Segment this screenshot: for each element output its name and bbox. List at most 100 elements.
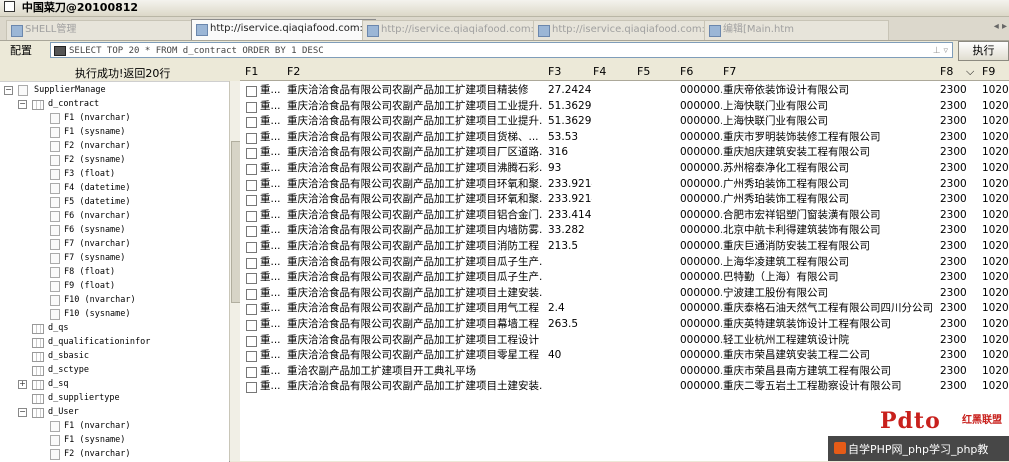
table-cell: 重庆洽洽食品有限公司农副产品加工扩建项目沸腾石彩...	[287, 162, 542, 174]
table-row[interactable]: 重... 重庆洽洽食品有限公司农副产品加工扩建项目瓜子生产... 000000...…	[240, 270, 1009, 285]
table-cell: 000000...	[680, 302, 722, 315]
table-row[interactable]: 重... 重庆洽洽食品有限公司农副产品加工扩建项目铝合金门... 233.4146 0…	[240, 208, 1009, 223]
tree-table-item[interactable]: + d_sq	[0, 377, 228, 391]
tree-table-item[interactable]: d_sctype	[0, 363, 228, 377]
tree-table-item[interactable]: d_suppliertype	[0, 391, 228, 405]
tree-column-item[interactable]: F9 (float)	[0, 279, 228, 293]
row-checkbox[interactable]	[246, 335, 257, 347]
row-checkbox[interactable]	[246, 148, 257, 160]
row-checkbox[interactable]	[246, 86, 257, 97]
tree-column-item[interactable]: F2 (sysname)	[0, 153, 228, 167]
collapse-icon[interactable]: −	[4, 86, 13, 95]
row-checkbox[interactable]	[246, 242, 257, 253]
table-cell: 000000...	[680, 271, 722, 284]
table-cell: 广州秀珀装饰工程有限公司	[723, 193, 849, 206]
column-header-f7[interactable]: F7	[723, 65, 736, 78]
tree-column-item[interactable]: F1 (nvarchar)	[0, 111, 228, 125]
row-checkbox[interactable]	[246, 366, 257, 378]
row-checkbox[interactable]	[246, 320, 257, 331]
column-header-f6[interactable]: F6	[680, 65, 693, 78]
table-cell: 重...	[260, 130, 281, 143]
table-row[interactable]: 重... 重庆洽洽食品有限公司农副产品加工扩建项目厂区道路... 316 000000…	[240, 145, 1009, 160]
column-header-f1[interactable]: F1	[245, 65, 258, 78]
tree-column-item[interactable]: F4 (datetime)	[0, 181, 228, 195]
row-checkbox[interactable]	[246, 132, 257, 144]
table-row[interactable]: 重... 重庆洽洽食品有限公司农副产品加工扩建项目工业提升... 51.3629 00…	[240, 114, 1009, 129]
row-checkbox[interactable]	[246, 351, 257, 363]
table-row[interactable]: 重... 重庆洽洽食品有限公司农副产品加工扩建项目工业提升... 51.3629 00…	[240, 99, 1009, 114]
tree-column-item[interactable]: F7 (sysname)	[0, 251, 228, 265]
table-row[interactable]: 重... 重庆洽洽食品有限公司农副产品加工扩建项目土建安装... 000000...…	[240, 286, 1009, 301]
tree-database-item[interactable]: − SupplierManage	[0, 83, 228, 97]
table-row[interactable]: 重... 重庆洽洽食品有限公司农副产品加工扩建项目消防工程 213.5 000000.…	[240, 239, 1009, 254]
column-header-f8[interactable]: F8	[940, 65, 953, 78]
row-checkbox[interactable]	[246, 195, 257, 207]
collapse-icon[interactable]: −	[18, 408, 27, 417]
tab-file-manager[interactable]: http://iservice.qiaqiafood.com:8... ×	[362, 20, 547, 40]
collapse-icon[interactable]: −	[18, 100, 27, 109]
table-row[interactable]: 重... 重庆洽洽食品有限公司农副产品加工扩建项目零星工程 40 000000...重…	[240, 348, 1009, 363]
tab-shell-manager[interactable]: SHELL管理	[6, 20, 201, 40]
column-header-f2[interactable]: F2	[287, 65, 300, 78]
config-button[interactable]: 配置	[10, 43, 32, 59]
table-row[interactable]: 重... 重庆洽洽食品有限公司农副产品加工扩建项目货梯、... 53.53 00000…	[240, 130, 1009, 145]
tree-column-item[interactable]: F6 (nvarchar)	[0, 209, 228, 223]
table-row[interactable]: 重... 重庆洽洽食品有限公司农副产品加工扩建项目环氧和聚... 233.9214 0…	[240, 192, 1009, 207]
chevron-down-icon[interactable]: ⌵	[966, 65, 974, 79]
row-checkbox[interactable]	[246, 179, 257, 191]
tree-table-item[interactable]: d_qualificationinfor	[0, 335, 228, 349]
table-cell: 重庆洽洽食品有限公司农副产品加工扩建项目精装修	[287, 84, 529, 96]
table-row[interactable]: 重... 重庆洽洽食品有限公司农副产品加工扩建项目工程设计 000000...轻工业…	[240, 333, 1009, 348]
execute-button[interactable]: 执行	[958, 41, 1009, 61]
tree-column-item[interactable]: F8 (float)	[0, 265, 228, 279]
table-row[interactable]: 重... 重庆洽洽食品有限公司农副产品加工扩建项目精装修 27.2424 000000…	[240, 83, 1009, 98]
tab-edit-file[interactable]: 编辑[Main.htm	[704, 20, 889, 40]
table-cell: 重...	[260, 177, 281, 190]
table-row[interactable]: 重... 重庆洽洽食品有限公司农副产品加工扩建项目沸腾石彩... 93 000000.…	[240, 161, 1009, 176]
expand-icon[interactable]: +	[18, 380, 27, 389]
results-grid[interactable]: F1 F2 F3 F4 F5 F6 F7 F8 F9 ⌵ 重... 重庆洽洽食品有限公司农副产品加工…	[240, 62, 1009, 461]
tree-column-item[interactable]: F1 (sysname)	[0, 433, 228, 447]
tree-column-item[interactable]: F1 (nvarchar)	[0, 419, 228, 433]
sql-input[interactable]: SELECT TOP 20 * FROM d_contract ORDER BY…	[50, 42, 953, 58]
tree-table-item[interactable]: − d_contract	[0, 97, 228, 111]
tree-column-item[interactable]: F1 (sysname)	[0, 125, 228, 139]
tree-column-item[interactable]: F10 (nvarchar)	[0, 293, 228, 307]
tree-column-item[interactable]: F3 (float)	[0, 167, 228, 181]
column-header-f3[interactable]: F3	[548, 65, 561, 78]
row-checkbox[interactable]	[246, 210, 257, 222]
tree-table-item[interactable]: d_qs	[0, 321, 228, 335]
row-checkbox[interactable]	[246, 382, 257, 394]
tree-table-item[interactable]: − d_User	[0, 405, 228, 419]
row-checkbox[interactable]	[246, 257, 257, 269]
row-checkbox[interactable]	[246, 164, 257, 175]
row-checkbox[interactable]	[246, 288, 257, 300]
column-header-f4[interactable]: F4	[593, 65, 606, 78]
table-row[interactable]: 重... 重庆洽洽食品有限公司农副产品加工扩建项目内墙防雾... 33.282 000…	[240, 223, 1009, 238]
tree-column-item[interactable]: F10 (sysname)	[0, 307, 228, 321]
tree-column-item[interactable]: F2 (nvarchar)	[0, 139, 228, 153]
column-header-f9[interactable]: F9	[982, 65, 995, 78]
row-checkbox[interactable]	[246, 101, 257, 113]
table-row[interactable]: 重... 重庆洽洽食品有限公司农副产品加工扩建项目幕墙工程 263.5 000000.…	[240, 317, 1009, 332]
row-checkbox[interactable]	[246, 273, 257, 285]
tree-column-item[interactable]: F6 (sysname)	[0, 223, 228, 237]
tree-column-item[interactable]: F2 (nvarchar)	[0, 447, 228, 461]
tab-file-manager-2[interactable]: http://iservice.qiaqiafood.com:8... ×	[533, 20, 718, 40]
schema-tree[interactable]: − SupplierManage − d_contract F1 (nvarchar) F…	[0, 81, 230, 462]
row-checkbox[interactable]	[246, 117, 257, 129]
tree-table-item[interactable]: d_sbasic	[0, 349, 228, 363]
row-checkbox[interactable]	[246, 304, 257, 316]
table-row[interactable]: 重... 重庆洽洽食品有限公司农副产品加工扩建项目瓜子生产... 000000...…	[240, 255, 1009, 270]
tree-column-item[interactable]: F7 (nvarchar)	[0, 237, 228, 251]
tab-database[interactable]: http://iservice.qiaqiafood.com:8... ×	[191, 19, 376, 40]
table-row[interactable]: 重... 重庆洽洽食品有限公司农副产品加工扩建项目土建安装... 000000...…	[240, 379, 1009, 394]
tab-scroll-icon[interactable]: ◂ ▸	[994, 21, 1007, 32]
table-row[interactable]: 重... 重洽农副产品加工扩建项目开工典礼平场 000000...重庆市荣昌县南方建…	[240, 364, 1009, 379]
row-checkbox[interactable]	[246, 226, 257, 238]
table-row[interactable]: 重... 重庆洽洽食品有限公司农副产品加工扩建项目用气工程 2.4 000000...…	[240, 301, 1009, 316]
dropdown-arrows-icon[interactable]: ⊥ ▿	[933, 43, 948, 59]
table-row[interactable]: 重... 重庆洽洽食品有限公司农副产品加工扩建项目环氧和聚... 233.9214 0…	[240, 177, 1009, 192]
tree-column-item[interactable]: F5 (datetime)	[0, 195, 228, 209]
column-header-f5[interactable]: F5	[637, 65, 650, 78]
